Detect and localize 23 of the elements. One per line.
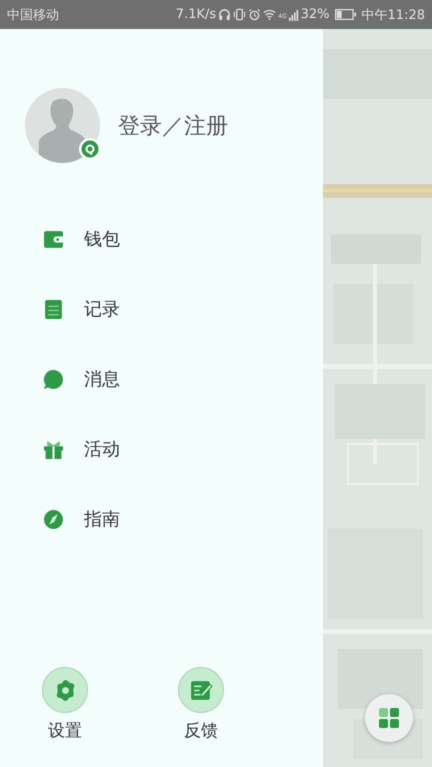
battery-icon [334,9,357,20]
battery-percent: 32% [300,7,330,22]
menu-item[interactable]: 消息 [43,362,323,396]
menu-item[interactable]: 钱包 [43,222,323,256]
gift-icon [43,438,64,460]
chat-bubble-icon [43,368,64,390]
headphones-icon [218,8,232,21]
login-register-link[interactable]: 登录／注册 [118,110,228,140]
menu-item[interactable]: 指南 [43,502,323,536]
grid-icon [377,706,401,730]
wifi-icon [263,8,276,21]
compass-icon [43,508,64,530]
location-badge-icon [78,137,102,161]
alarm-icon [248,8,262,21]
signal-icon [288,8,299,20]
notebook-icon [43,298,64,320]
menu-item[interactable]: 活动 [43,432,323,466]
carrier-name: 中国移动 [7,6,59,24]
clock: 中午11:28 [362,6,425,24]
vibrate-icon [233,8,246,21]
network-speed: 7.1K/s [176,7,216,22]
menu-item[interactable]: 记录 [43,292,323,326]
wallet-icon [43,228,64,250]
